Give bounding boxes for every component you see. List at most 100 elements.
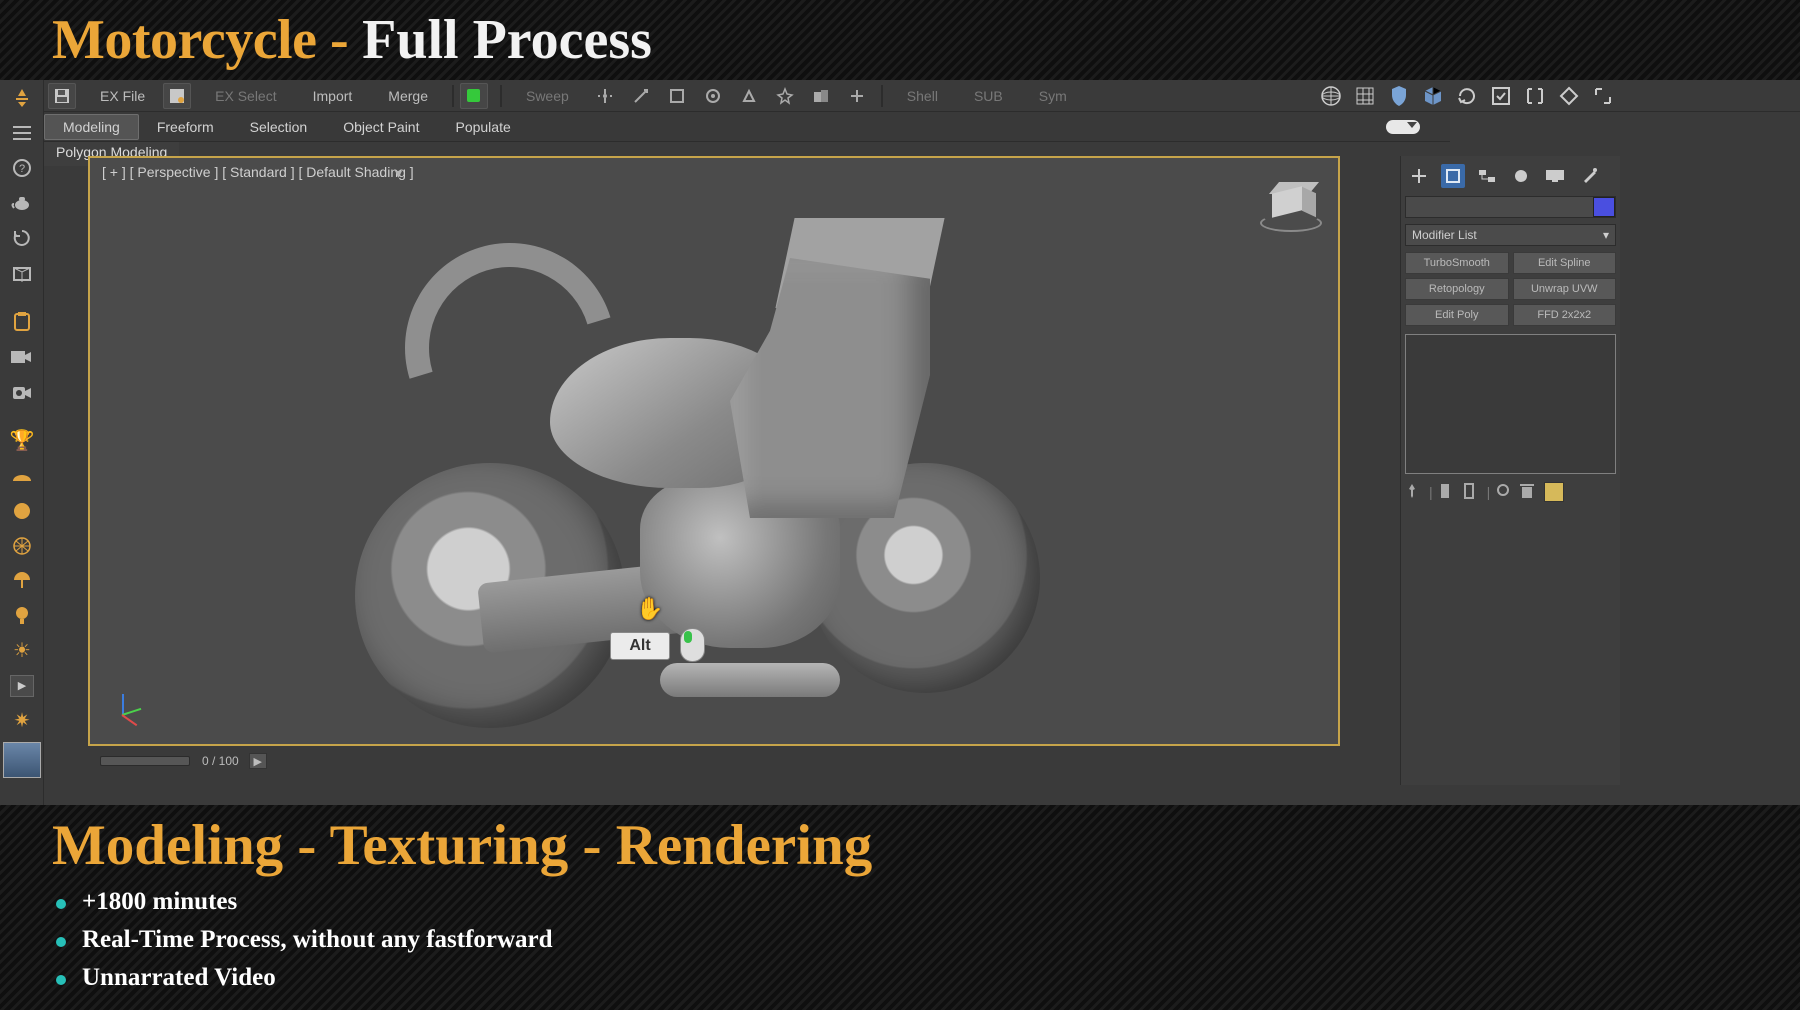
tool-icon-1[interactable] xyxy=(592,83,618,109)
frame-counter: 0 / 100 xyxy=(202,754,239,768)
hierarchy-tab-icon[interactable] xyxy=(1475,164,1499,188)
import-button[interactable]: Import xyxy=(295,88,371,104)
scene-icon[interactable] xyxy=(163,83,191,109)
object-color-swatch[interactable] xyxy=(1593,197,1615,217)
pin-icon[interactable] xyxy=(1405,483,1423,501)
object-name-field[interactable] xyxy=(1405,196,1616,218)
play-button[interactable]: ▶ xyxy=(0,668,44,703)
main-toolbar: EX File EX Select Import Merge Sweep She… xyxy=(44,80,1800,112)
chevron-down-icon: ▾ xyxy=(1603,228,1609,242)
clipboard-icon[interactable] xyxy=(0,304,44,339)
stack-icon-2[interactable] xyxy=(1463,483,1481,501)
hardhat-icon[interactable] xyxy=(0,458,44,493)
bullet-1: +1800 minutes xyxy=(52,883,1748,921)
mod-ffd[interactable]: FFD 2x2x2 xyxy=(1513,304,1617,326)
modifier-list-dropdown[interactable]: Modifier List ▾ xyxy=(1405,224,1616,246)
key-hint-alt: Alt xyxy=(610,632,670,660)
tool-icon-7[interactable] xyxy=(808,83,834,109)
sub-button[interactable]: SUB xyxy=(956,88,1021,104)
tool-icon-4[interactable] xyxy=(700,83,726,109)
motion-tab-icon[interactable] xyxy=(1509,164,1533,188)
frame-icon[interactable] xyxy=(1484,81,1518,111)
sun-icon[interactable]: ☀ xyxy=(0,633,44,668)
tab-freeform[interactable]: Freeform xyxy=(139,115,232,139)
modifier-stack[interactable] xyxy=(1405,334,1616,474)
bracket-icon[interactable] xyxy=(1518,81,1552,111)
svg-text:?: ? xyxy=(19,163,25,175)
tool-icon-8[interactable] xyxy=(844,83,870,109)
refresh-icon[interactable] xyxy=(0,220,44,255)
stack-icon-3[interactable] xyxy=(1496,483,1514,501)
axis-gizmo xyxy=(110,700,140,730)
tab-object-paint[interactable]: Object Paint xyxy=(325,115,437,139)
filter-icon[interactable]: ▾ xyxy=(395,165,402,182)
help-icon[interactable]: ? xyxy=(0,150,44,185)
ribbon-collapse-toggle[interactable] xyxy=(1386,120,1420,134)
shell-button[interactable]: Shell xyxy=(889,88,956,104)
mod-turbosmooth[interactable]: TurboSmooth xyxy=(1405,252,1509,274)
merge-button[interactable]: Merge xyxy=(370,88,446,104)
tab-modeling[interactable]: Modeling xyxy=(44,114,139,140)
grid-icon[interactable] xyxy=(1348,81,1382,111)
mod-unwrapuvw[interactable]: Unwrap UVW xyxy=(1513,278,1617,300)
stack-tools: | | xyxy=(1405,482,1616,502)
bullet-3: Unnarrated Video xyxy=(52,959,1748,997)
mod-retopology[interactable]: Retopology xyxy=(1405,278,1509,300)
sphere-icon[interactable] xyxy=(0,493,44,528)
display-tab-icon[interactable] xyxy=(1543,164,1567,188)
rotate-icon[interactable] xyxy=(1450,81,1484,111)
geosphere-icon[interactable] xyxy=(0,528,44,563)
sym-button[interactable]: Sym xyxy=(1021,88,1085,104)
tool-icon-6[interactable] xyxy=(772,83,798,109)
app-window: ? 🏆 ☀ ▶ ✷ EX File EX Select I xyxy=(0,80,1800,805)
globe-icon[interactable] xyxy=(1314,81,1348,111)
stack-icon-1[interactable] xyxy=(1439,483,1457,501)
timeline[interactable]: 0 / 100 ▶ xyxy=(88,750,1440,772)
bullet-2: Real-Time Process, without any fastforwa… xyxy=(52,921,1748,959)
ex-select-button[interactable]: EX Select xyxy=(197,88,294,104)
tool-icon-3[interactable] xyxy=(664,83,690,109)
shield-icon[interactable] xyxy=(1382,81,1416,111)
viewport[interactable]: [ + ] [ Perspective ] [ Standard ] [ Def… xyxy=(88,156,1340,746)
save-icon[interactable] xyxy=(48,83,76,109)
umbrella-icon[interactable] xyxy=(0,563,44,598)
tab-populate[interactable]: Populate xyxy=(437,115,528,139)
footer-title: Modeling - Texturing - Rendering xyxy=(52,813,1748,878)
mod-editpoly[interactable]: Edit Poly xyxy=(1405,304,1509,326)
active-toggle[interactable] xyxy=(460,83,488,109)
utilities-tab-icon[interactable] xyxy=(1577,164,1601,188)
bulb-icon[interactable] xyxy=(0,598,44,633)
ex-file-button[interactable]: EX File xyxy=(82,88,163,104)
sweep-button[interactable]: Sweep xyxy=(508,88,587,104)
trash-icon[interactable] xyxy=(1520,483,1538,501)
diamond-icon[interactable] xyxy=(1552,81,1586,111)
viewcube[interactable] xyxy=(1264,180,1316,226)
viewport-label[interactable]: [ + ] [ Perspective ] [ Standard ] [ Def… xyxy=(102,164,414,180)
modify-tab-icon[interactable] xyxy=(1441,164,1465,188)
command-panel: Modifier List ▾ TurboSmooth Edit Spline … xyxy=(1400,156,1620,785)
configure-icon[interactable] xyxy=(1544,482,1564,502)
camera-list-icon[interactable] xyxy=(0,339,44,374)
burst-icon[interactable]: ✷ xyxy=(0,703,44,738)
tool-icon-2[interactable] xyxy=(628,83,654,109)
mouse-indicator xyxy=(680,628,705,662)
trophy-icon[interactable]: 🏆 xyxy=(0,423,44,458)
mod-editspline[interactable]: Edit Spline xyxy=(1513,252,1617,274)
title-accent: Motorcycle - xyxy=(52,8,348,72)
teapot-icon[interactable] xyxy=(0,185,44,220)
ribbon-tabs: Modeling Freeform Selection Object Paint… xyxy=(44,112,1450,142)
create-tab-icon[interactable] xyxy=(1407,164,1431,188)
tool-icon-5[interactable] xyxy=(736,83,762,109)
list-icon[interactable] xyxy=(0,115,44,150)
tab-selection[interactable]: Selection xyxy=(232,115,326,139)
title-white: Full Process xyxy=(362,8,652,72)
viewport-thumb[interactable] xyxy=(3,742,41,778)
create-icon[interactable] xyxy=(0,80,44,115)
camera-icon[interactable] xyxy=(0,374,44,409)
frame-next-icon[interactable]: ▶ xyxy=(249,753,267,769)
left-toolbar: ? 🏆 ☀ ▶ ✷ xyxy=(0,80,44,805)
corner-icon[interactable] xyxy=(1586,81,1620,111)
page-title: Motorcycle - Full Process xyxy=(0,0,1800,80)
cube-icon[interactable] xyxy=(1416,81,1450,111)
box-icon[interactable] xyxy=(0,255,44,290)
